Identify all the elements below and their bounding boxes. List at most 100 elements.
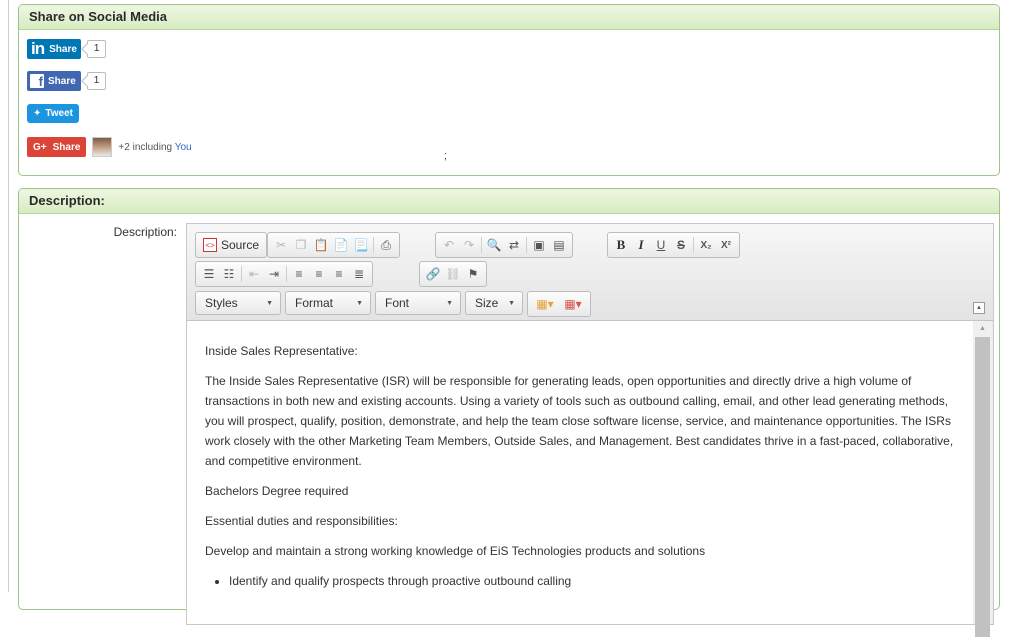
spellcheck-icon[interactable]: ▤ xyxy=(549,235,569,255)
editor-toolbar: <> Source ✂ ❐ 📋 📄 📃 ⎙ ↶ ↷ 🔍 ⇄ ▣ ▤ B I U … xyxy=(187,224,993,321)
social-share-panel: Share on Social Media in Share 1 f Share… xyxy=(18,4,1000,176)
undo-icon[interactable]: ↶ xyxy=(439,235,459,255)
paste-word-icon[interactable]: 📃 xyxy=(351,235,371,255)
collapse-toolbar-icon[interactable]: ▲ xyxy=(973,302,985,314)
source-button-label: Source xyxy=(221,238,260,252)
user-avatar[interactable] xyxy=(92,137,113,157)
edit-group: ↶ ↷ 🔍 ⇄ ▣ ▤ xyxy=(435,232,573,258)
italic-button[interactable]: I xyxy=(631,235,651,255)
google-plus-icon: G+ xyxy=(33,141,47,153)
linkedin-icon: in xyxy=(31,39,45,58)
content-paragraph: The Inside Sales Representative (ISR) wi… xyxy=(205,374,954,468)
styles-dropdown-label: Styles xyxy=(205,296,238,310)
left-rail xyxy=(0,0,9,592)
subscript-button[interactable]: X₂ xyxy=(696,235,716,255)
bold-button[interactable]: B xyxy=(611,235,631,255)
facebook-icon: f xyxy=(30,74,44,88)
content-bullet-item: Identify and qualify prospects through p… xyxy=(229,571,955,591)
toolbar-separator xyxy=(526,237,527,253)
link-icon[interactable]: 🔗 xyxy=(423,264,443,284)
font-dropdown-label: Font xyxy=(385,296,410,310)
replace-icon[interactable]: ⇄ xyxy=(504,235,524,255)
google-plus-shares-text: +2 including You xyxy=(118,142,191,153)
toolbar-separator xyxy=(373,237,374,253)
twitter-bird-icon: ✦ xyxy=(33,108,42,119)
facebook-row: f Share 1 xyxy=(27,71,107,91)
toolbar-separator xyxy=(286,266,287,282)
superscript-button[interactable]: X² xyxy=(716,235,736,255)
colors-group: ▦▾ ▦▾ xyxy=(527,291,591,317)
size-dropdown-label: Size xyxy=(475,296,499,310)
anchor-flag-icon[interactable]: ⚑ xyxy=(463,264,483,284)
facebook-share-count: 1 xyxy=(86,72,107,90)
twitter-tweet-button[interactable]: ✦ Tweet xyxy=(27,104,79,123)
scroll-up-arrow-icon[interactable]: ▲ xyxy=(973,321,992,335)
font-dropdown[interactable]: Font ▼ xyxy=(375,291,461,315)
scrollbar-thumb[interactable] xyxy=(975,337,990,637)
source-group: <> Source xyxy=(195,232,268,258)
align-center-icon[interactable]: ≡ xyxy=(309,264,329,284)
rich-text-editor: <> Source ✂ ❐ 📋 📄 📃 ⎙ ↶ ↷ 🔍 ⇄ ▣ ▤ B I U … xyxy=(186,223,994,637)
chevron-down-icon: ▼ xyxy=(508,299,515,307)
chevron-down-icon: ▼ xyxy=(266,299,273,307)
strikethrough-button[interactable]: S xyxy=(671,235,691,255)
content-paragraph: Bachelors Degree required xyxy=(205,484,349,498)
paste-icon[interactable]: 📋 xyxy=(311,235,331,255)
google-plus-row: G+ Share +2 including You xyxy=(27,137,192,157)
google-plus-share-label: Share xyxy=(52,141,81,153)
google-plus-you-link[interactable]: You xyxy=(175,142,192,153)
google-plus-count-text: +2 including xyxy=(118,141,173,153)
content-heading: Inside Sales Representative: xyxy=(205,344,358,358)
paste-text-icon[interactable]: 📄 xyxy=(331,235,351,255)
text-color-icon[interactable]: ▦▾ xyxy=(531,294,559,314)
linkedin-row: in Share 1 xyxy=(27,39,107,59)
align-left-icon[interactable]: ≡ xyxy=(289,264,309,284)
clipboard-group: ✂ ❐ 📋 📄 📃 ⎙ xyxy=(267,232,400,258)
linkedin-share-button[interactable]: in Share xyxy=(27,39,81,59)
format-dropdown-label: Format xyxy=(295,296,334,310)
description-panel-title: Description: xyxy=(19,189,999,214)
select-all-icon[interactable]: ▣ xyxy=(529,235,549,255)
content-paragraph: Develop and maintain a strong working kn… xyxy=(205,544,706,558)
styles-dropdown[interactable]: Styles ▼ xyxy=(195,291,281,315)
toolbar-separator xyxy=(481,237,482,253)
redo-icon[interactable]: ↷ xyxy=(459,235,479,255)
format-dropdown[interactable]: Format ▼ xyxy=(285,291,371,315)
description-panel: Description: Description: <> Source ✂ ❐ … xyxy=(18,188,1000,637)
basic-styles-group: B I U S X₂ X² xyxy=(607,232,740,258)
source-button[interactable]: <> Source xyxy=(199,238,263,252)
numbered-list-icon[interactable]: ☰ xyxy=(199,264,219,284)
align-justify-icon[interactable]: ≣ xyxy=(349,264,369,284)
content-bullet-list: Identify and qualify prospects through p… xyxy=(205,571,955,591)
size-dropdown[interactable]: Size ▼ xyxy=(465,291,523,315)
editor-content-area[interactable]: Inside Sales Representative: The Inside … xyxy=(187,321,973,624)
chevron-down-icon: ▼ xyxy=(356,299,363,307)
copy-icon[interactable]: ❐ xyxy=(291,235,311,255)
source-code-icon: <> xyxy=(203,238,217,252)
stray-semicolon: ; xyxy=(444,150,448,162)
cut-icon[interactable]: ✂ xyxy=(271,235,291,255)
google-plus-share-button[interactable]: G+ Share xyxy=(27,137,87,157)
indent-icon[interactable]: ⇥ xyxy=(264,264,284,284)
social-panel-title: Share on Social Media xyxy=(19,5,999,30)
linkedin-share-count: 1 xyxy=(86,40,107,58)
bulleted-list-icon[interactable]: ☷ xyxy=(219,264,239,284)
outdent-icon[interactable]: ⇤ xyxy=(244,264,264,284)
facebook-share-button[interactable]: f Share xyxy=(27,71,81,91)
find-icon[interactable]: 🔍 xyxy=(484,235,504,255)
facebook-share-label: Share xyxy=(48,75,76,87)
align-right-icon[interactable]: ≡ xyxy=(329,264,349,284)
table-icon[interactable]: ▦▾ xyxy=(559,294,587,314)
toolbar-separator xyxy=(241,266,242,282)
linkedin-share-label: Share xyxy=(49,43,77,55)
chevron-down-icon: ▼ xyxy=(446,299,453,307)
description-field-label: Description: xyxy=(113,225,177,239)
content-paragraph: Essential duties and responsibilities: xyxy=(205,514,398,528)
twitter-tweet-label: Tweet xyxy=(45,108,73,119)
links-group: 🔗 ⛓ ⚑ xyxy=(419,261,487,287)
editor-scrollbar[interactable]: ▲ xyxy=(973,321,992,637)
print-icon[interactable]: ⎙ xyxy=(376,235,396,255)
underline-button[interactable]: U xyxy=(651,235,671,255)
unlink-icon[interactable]: ⛓ xyxy=(443,264,463,284)
twitter-row: ✦ Tweet xyxy=(27,104,79,123)
